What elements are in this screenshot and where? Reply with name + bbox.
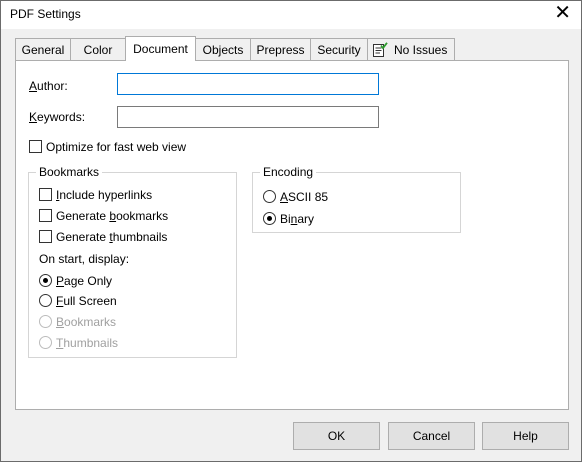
thumbnails-option-label: Thumbnails — [56, 336, 119, 350]
checkbox-box — [29, 140, 42, 153]
encoding-group: Encoding ASCII 85 Binary — [252, 165, 461, 233]
help-button[interactable]: Help — [482, 422, 569, 450]
title-bar: PDF Settings ✕ — [1, 1, 581, 29]
tab-color[interactable]: Color — [70, 38, 126, 60]
keywords-input[interactable] — [117, 106, 379, 128]
radio-circle — [263, 190, 276, 203]
radio-circle — [263, 212, 276, 225]
window-title: PDF Settings — [10, 7, 81, 21]
tab-objects[interactable]: Objects — [195, 38, 251, 60]
tab-general[interactable]: General — [15, 38, 71, 60]
close-icon[interactable]: ✕ — [554, 3, 571, 23]
on-start-display-label: On start, display: — [39, 252, 130, 266]
radio-circle — [39, 336, 52, 349]
bookmarks-group-title: Bookmarks — [36, 165, 103, 179]
author-label: Author: — [29, 79, 68, 93]
document-check-icon — [373, 42, 388, 57]
radio-circle — [39, 315, 52, 328]
optimize-web-view-label: Optimize for fast web view — [46, 140, 187, 154]
page-only-label: Page Only — [56, 274, 113, 288]
encoding-group-title: Encoding — [260, 165, 317, 179]
checkbox-box — [39, 230, 52, 243]
checkbox-box — [39, 188, 52, 201]
include-hyperlinks-label: Include hyperlinks — [56, 188, 153, 202]
bookmarks-group: Bookmarks Include hyperlinks Generate bo… — [28, 165, 237, 358]
tab-document[interactable]: Document — [125, 36, 196, 61]
tab-no-issues[interactable]: No Issues — [367, 38, 455, 60]
bookmarks-option-label: Bookmarks — [56, 315, 117, 329]
generate-thumbnails-label: Generate thumbnails — [56, 230, 168, 244]
radio-circle — [39, 274, 52, 287]
ok-button[interactable]: OK — [293, 422, 380, 450]
binary-label: Binary — [280, 212, 315, 226]
checkbox-box — [39, 209, 52, 222]
document-tab-panel: Author: Keywords: Optimize for fast web … — [15, 60, 569, 410]
tab-no-issues-label: No Issues — [394, 43, 448, 57]
ascii85-label: ASCII 85 — [280, 190, 329, 204]
full-screen-label: Full Screen — [56, 294, 117, 308]
pdf-settings-dialog: PDF Settings ✕ General Color Document Ob… — [0, 0, 582, 462]
author-input[interactable] — [117, 73, 379, 95]
radio-circle — [39, 294, 52, 307]
tab-security[interactable]: Security — [310, 38, 368, 60]
keywords-label: Keywords: — [29, 110, 86, 124]
generate-bookmarks-label: Generate bookmarks — [56, 209, 169, 223]
tab-prepress[interactable]: Prepress — [250, 38, 311, 60]
cancel-button[interactable]: Cancel — [388, 422, 475, 450]
